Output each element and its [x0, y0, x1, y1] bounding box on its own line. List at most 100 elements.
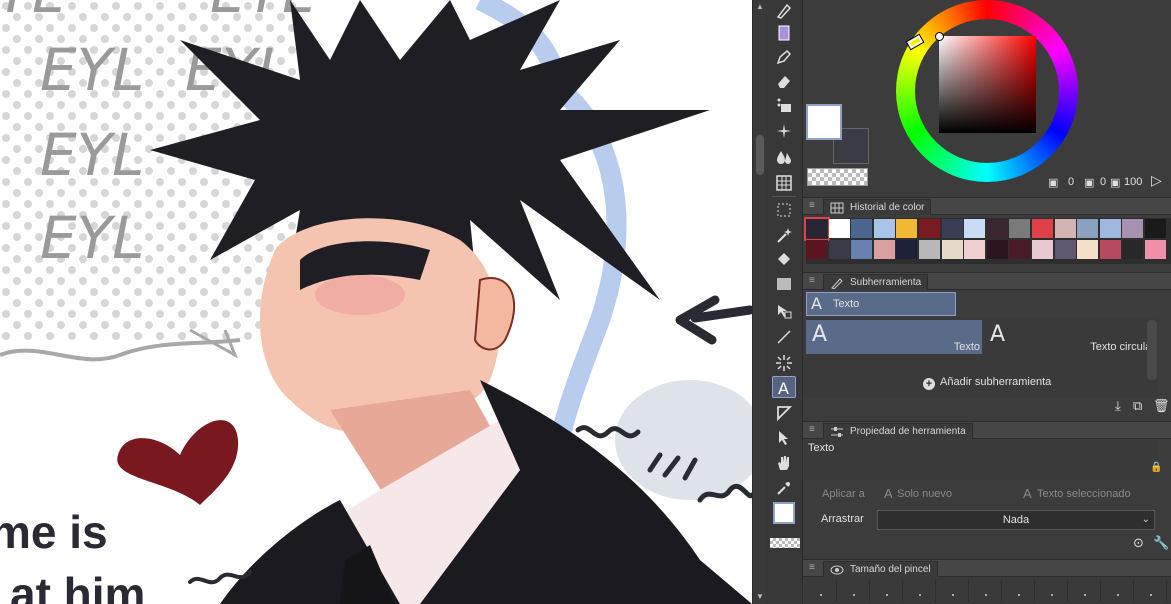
trash-icon[interactable]: 🗑 — [1153, 398, 1170, 414]
duplicate-icon[interactable]: ⧉ — [1133, 398, 1142, 414]
move-icon[interactable] — [772, 300, 796, 322]
select-arrow-icon[interactable] — [772, 427, 796, 449]
wrench-icon[interactable]: 🔧 — [1153, 535, 1169, 551]
history-swatch[interactable] — [873, 219, 896, 239]
play-icon[interactable]: ▷ — [1151, 172, 1162, 189]
deco-icon[interactable] — [772, 94, 796, 116]
add-subtool-button[interactable]: + Añadir subherramienta — [923, 376, 1051, 390]
brush-size-preset[interactable] — [938, 580, 969, 602]
scroll-thumb[interactable] — [756, 135, 764, 175]
tab-color-history[interactable]: Historial de color — [823, 199, 932, 215]
drag-select[interactable]: Nada ⌄ — [877, 510, 1155, 530]
history-swatch[interactable] — [964, 240, 987, 260]
brush-size-preset[interactable] — [1103, 580, 1134, 602]
history-swatch[interactable] — [941, 219, 964, 239]
history-swatch[interactable] — [1032, 240, 1054, 260]
color-space-icon[interactable]: ▣ — [1048, 176, 1058, 189]
history-swatch[interactable] — [1099, 219, 1122, 239]
history-swatch[interactable] — [941, 240, 964, 260]
brush-size-preset[interactable] — [1136, 580, 1167, 602]
toolbar-main-color[interactable] — [773, 502, 795, 524]
history-swatch[interactable] — [1032, 219, 1054, 239]
history-swatch[interactable] — [1145, 240, 1167, 260]
brush-size-preset[interactable] — [806, 580, 837, 602]
tab-tool-property[interactable]: Propiedad de herramienta — [823, 423, 973, 439]
subtool-group-selector[interactable]: A Texto — [806, 292, 956, 316]
blend-icon[interactable] — [772, 146, 796, 168]
history-swatch[interactable] — [828, 219, 851, 239]
brush-size-preset[interactable] — [839, 580, 870, 602]
drawing-canvas[interactable]: EYL EYL EYL EYL EYL EYL — [0, 0, 752, 604]
history-swatch[interactable] — [919, 219, 941, 239]
subtool-scrollbar[interactable] — [1147, 320, 1157, 380]
history-swatch[interactable] — [1054, 219, 1077, 239]
history-swatch[interactable] — [1077, 240, 1100, 260]
grip-icon[interactable]: ≡ — [809, 425, 817, 435]
reset-icon[interactable]: ⊙ — [1133, 535, 1144, 551]
tab-subtool[interactable]: Subherramienta — [823, 274, 929, 290]
lock-icon[interactable]: 🔒 — [1150, 462, 1162, 473]
history-swatch[interactable] — [1077, 219, 1100, 239]
scroll-down-icon[interactable]: ▼ — [755, 592, 765, 602]
hand-icon[interactable] — [772, 452, 796, 474]
burst-icon[interactable] — [772, 352, 796, 374]
history-swatch[interactable] — [964, 219, 987, 239]
scroll-up-icon[interactable]: ▲ — [755, 2, 765, 12]
history-swatch[interactable] — [851, 240, 874, 260]
frame-icon[interactable] — [772, 402, 796, 424]
brush-size-preset[interactable] — [905, 580, 936, 602]
history-swatch[interactable] — [873, 240, 896, 260]
toolbar-transparent-color[interactable] — [770, 538, 800, 548]
brush-size-preset[interactable] — [872, 580, 903, 602]
sparkle-icon[interactable] — [772, 120, 796, 142]
brush-size-preset[interactable] — [971, 580, 1002, 602]
canvas-scrollbar[interactable]: ▲ ▼ — [752, 0, 766, 604]
history-swatch[interactable] — [806, 240, 828, 260]
lasso-icon[interactable] — [772, 199, 796, 221]
eraser-icon[interactable] — [772, 70, 796, 92]
brush-size-preset[interactable] — [1004, 580, 1035, 602]
grid-icon[interactable] — [772, 172, 796, 194]
option-solo-nuevo[interactable]: Solo nuevo — [897, 488, 952, 500]
grip-icon[interactable]: ≡ — [809, 201, 817, 211]
subtool-item-texto-circular[interactable]: A Texto circular — [984, 320, 1157, 354]
history-swatch[interactable] — [986, 240, 1009, 260]
line-icon[interactable] — [772, 326, 796, 348]
color-space-icon-2[interactable]: ▣ — [1084, 176, 1094, 189]
brush-size-preset[interactable] — [1037, 580, 1068, 602]
tab-brush-size[interactable]: Tamaño del pincel — [823, 561, 938, 577]
history-swatch[interactable] — [804, 217, 830, 241]
gradient-icon[interactable] — [772, 273, 796, 295]
magic-wand-icon[interactable] — [772, 224, 796, 246]
text-icon[interactable]: A — [772, 376, 796, 398]
main-color-swatch-front[interactable] — [806, 104, 842, 140]
history-swatch[interactable] — [1054, 240, 1077, 260]
subtool-item-texto[interactable]: A Texto — [806, 320, 982, 354]
brush-size-preset[interactable] — [1070, 580, 1101, 602]
history-swatch[interactable] — [896, 240, 919, 260]
history-swatch[interactable] — [1009, 240, 1032, 260]
history-swatch[interactable] — [1009, 219, 1032, 239]
fill-icon[interactable] — [772, 248, 796, 270]
history-swatch[interactable] — [1122, 219, 1145, 239]
history-swatch[interactable] — [986, 219, 1009, 239]
history-swatch[interactable] — [896, 219, 919, 239]
history-swatch[interactable] — [1099, 240, 1122, 260]
download-icon[interactable]: ⤓ — [1115, 398, 1121, 414]
eyedropper-icon[interactable] — [772, 477, 796, 499]
transparent-color-swatch[interactable] — [807, 168, 868, 186]
history-swatch[interactable] — [1122, 240, 1145, 260]
pen-nib-icon[interactable] — [772, 46, 796, 68]
history-swatch[interactable] — [1145, 219, 1167, 239]
option-texto-seleccionado[interactable]: Texto seleccionado — [1037, 488, 1131, 500]
history-swatch[interactable] — [919, 240, 941, 260]
sv-cursor[interactable] — [935, 32, 944, 41]
saturation-value-square[interactable] — [939, 36, 1036, 133]
pen-tool-icon[interactable] — [772, 0, 796, 22]
grip-icon[interactable]: ≡ — [809, 563, 817, 573]
history-swatch[interactable] — [851, 219, 874, 239]
color-space-icon-3[interactable]: ▣ — [1110, 176, 1120, 189]
history-swatch[interactable] — [828, 240, 851, 260]
grip-icon[interactable]: ≡ — [809, 276, 817, 286]
marker-icon[interactable] — [772, 22, 796, 44]
